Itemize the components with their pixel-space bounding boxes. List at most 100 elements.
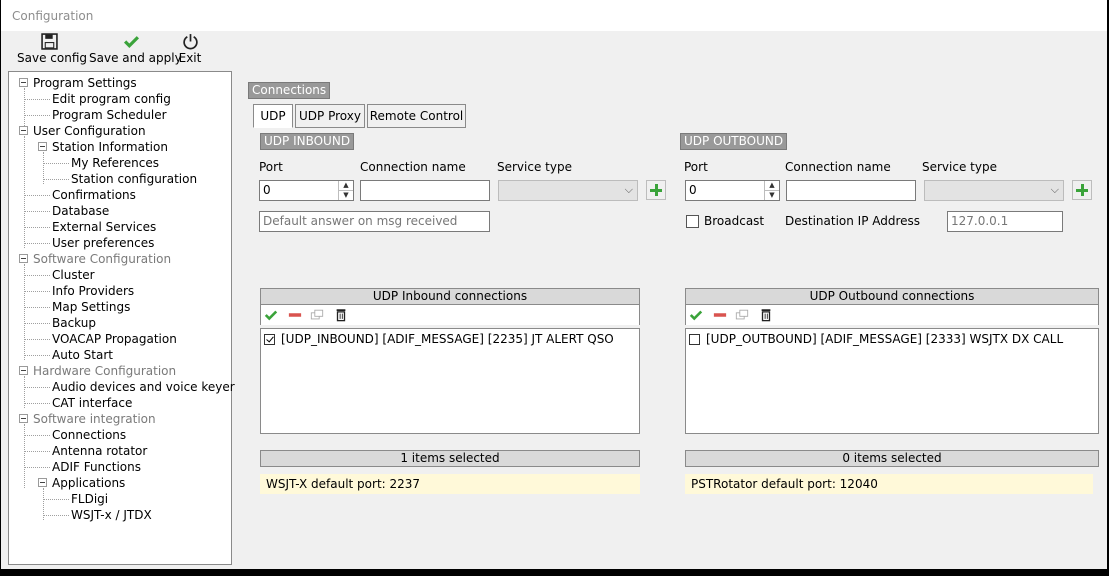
spin-down-icon[interactable]: ▼ xyxy=(765,191,779,200)
spin-up-icon[interactable]: ▲ xyxy=(339,181,353,191)
tree-item-map-settings[interactable]: Map Settings xyxy=(52,299,130,315)
tree-item-user-preferences[interactable]: User preferences xyxy=(52,235,154,251)
inbound-item-text: [UDP_INBOUND] [ADIF_MESSAGE] [2235] JT A… xyxy=(281,332,614,346)
check-all-icon[interactable] xyxy=(689,308,703,322)
tree-item-my-references[interactable]: My References xyxy=(71,155,159,171)
duplicate-icon[interactable] xyxy=(735,308,749,322)
tree-item-wsjtx-jtdx[interactable]: WSJT-x / JTDX xyxy=(71,507,152,523)
outbound-service-type-select[interactable]: ⌵ xyxy=(924,180,1064,201)
tree-item-audio-devices[interactable]: Audio devices and voice keyer xyxy=(52,379,235,395)
tab-udp-proxy[interactable]: UDP Proxy xyxy=(295,104,365,128)
expander-applications[interactable] xyxy=(38,478,47,487)
title-bar: Configuration xyxy=(1,0,1107,31)
exit-button[interactable]: Exit xyxy=(177,33,203,67)
inbound-add-button[interactable] xyxy=(646,180,666,200)
save-config-button[interactable]: Save config xyxy=(17,33,87,67)
tree-item-voacap-propagation[interactable]: VOACAP Propagation xyxy=(52,331,177,347)
tree-item-user-configuration[interactable]: User Configuration xyxy=(33,123,146,139)
expander-program-settings[interactable] xyxy=(19,78,28,87)
outbound-item-checkbox[interactable] xyxy=(689,334,700,345)
broadcast-label: Broadcast xyxy=(704,214,765,228)
outbound-list-header: UDP Outbound connections xyxy=(685,288,1099,305)
tree-item-software-configuration[interactable]: Software Configuration xyxy=(33,251,171,267)
configuration-window: Configuration Save config Save and apply… xyxy=(1,0,1107,569)
outbound-selection-status: 0 items selected xyxy=(685,450,1099,467)
tree-item-connections[interactable]: Connections xyxy=(52,427,126,443)
checkmark-icon xyxy=(123,36,139,49)
tree-item-software-integration[interactable]: Software integration xyxy=(33,411,156,427)
save-and-apply-button[interactable]: Save and apply xyxy=(89,33,182,67)
tree-item-adif-functions[interactable]: ADIF Functions xyxy=(52,459,141,475)
tree-item-fldigi[interactable]: FLDigi xyxy=(71,491,108,507)
inbound-port-input[interactable]: 0 ▲ ▼ xyxy=(259,180,354,201)
chevron-down-icon: ⌵ xyxy=(624,183,633,196)
tree-item-cat-interface[interactable]: CAT interface xyxy=(52,395,132,411)
tree-item-applications[interactable]: Applications xyxy=(52,475,125,491)
destination-ip-input[interactable]: 127.0.0.1 xyxy=(947,211,1063,232)
expander-user-configuration[interactable] xyxy=(19,126,28,135)
inbound-port-spinner[interactable]: ▲ ▼ xyxy=(338,181,353,200)
tree-item-info-providers[interactable]: Info Providers xyxy=(52,283,134,299)
tab-udp[interactable]: UDP xyxy=(253,104,293,128)
trash-icon[interactable] xyxy=(759,307,773,322)
expander-software-configuration[interactable] xyxy=(19,254,28,263)
connections-group-title: Connections xyxy=(248,82,331,99)
window-title: Configuration xyxy=(12,9,94,23)
exit-label: Exit xyxy=(178,51,202,65)
tree-item-hardware-configuration[interactable]: Hardware Configuration xyxy=(33,363,176,379)
outbound-default-port-hint: PSTRotator default port: 12040 xyxy=(685,474,1093,494)
inbound-connection-name-label: Connection name xyxy=(360,160,466,174)
destination-ip-label: Destination IP Address xyxy=(785,214,921,228)
outbound-connections-list: [UDP_OUTBOUND] [ADIF_MESSAGE] [2333] WSJ… xyxy=(685,328,1099,434)
tree-item-edit-program-config[interactable]: Edit program config xyxy=(52,91,171,107)
inbound-list-header: UDP Inbound connections xyxy=(260,288,640,305)
tree-item-confirmations[interactable]: Confirmations xyxy=(52,187,136,203)
toolbar: Save config Save and apply Exit xyxy=(1,31,1107,69)
inbound-service-type-select[interactable]: ⌵ xyxy=(498,180,638,201)
inbound-item-checkbox[interactable] xyxy=(264,334,275,345)
tree-item-program-settings[interactable]: Program Settings xyxy=(33,75,137,91)
outbound-add-button[interactable] xyxy=(1072,180,1092,200)
outbound-connection-name-input[interactable] xyxy=(786,180,916,201)
tab-remote-control[interactable]: Remote Control xyxy=(367,104,466,128)
outbound-port-label: Port xyxy=(684,160,708,174)
expander-hardware-configuration[interactable] xyxy=(19,366,28,375)
settings-tree: Program Settings Edit program config Pro… xyxy=(8,71,235,565)
save-config-label: Save config xyxy=(17,51,87,65)
spin-down-icon[interactable]: ▼ xyxy=(339,191,353,200)
tree-item-database[interactable]: Database xyxy=(52,203,109,219)
outbound-port-spinner[interactable]: ▲ ▼ xyxy=(764,181,779,200)
expander-software-integration[interactable] xyxy=(19,414,28,423)
tree-item-station-information[interactable]: Station Information xyxy=(52,139,168,155)
inbound-connection-name-input[interactable] xyxy=(360,180,490,201)
expander-station-information[interactable] xyxy=(38,142,47,151)
outbound-service-type-label: Service type xyxy=(922,160,997,174)
tree-item-external-services[interactable]: External Services xyxy=(52,219,156,235)
check-all-icon[interactable] xyxy=(264,308,278,322)
remove-icon[interactable] xyxy=(712,308,728,322)
outbound-port-input[interactable]: 0 ▲ ▼ xyxy=(685,180,780,201)
udp-outbound-title: UDP OUTBOUND xyxy=(680,133,788,150)
tree-item-backup[interactable]: Backup xyxy=(52,315,96,331)
tree-item-program-scheduler[interactable]: Program Scheduler xyxy=(52,107,167,123)
broadcast-checkbox[interactable] xyxy=(686,215,699,228)
outbound-item-text: [UDP_OUTBOUND] [ADIF_MESSAGE] [2333] WSJ… xyxy=(706,332,1064,346)
tree-item-station-configuration[interactable]: Station configuration xyxy=(71,171,197,187)
inbound-connections-list: [UDP_INBOUND] [ADIF_MESSAGE] [2235] JT A… xyxy=(260,328,640,434)
tree-item-antenna-rotator[interactable]: Antenna rotator xyxy=(52,443,147,459)
remove-icon[interactable] xyxy=(287,308,303,322)
trash-icon[interactable] xyxy=(334,307,348,322)
spin-up-icon[interactable]: ▲ xyxy=(765,181,779,191)
tree-item-cluster[interactable]: Cluster xyxy=(52,267,95,283)
inbound-list-toolbar xyxy=(260,305,640,325)
chevron-down-icon: ⌵ xyxy=(1050,183,1059,196)
inbound-service-type-label: Service type xyxy=(497,160,572,174)
inbound-selection-status: 1 items selected xyxy=(260,450,640,467)
inbound-port-label: Port xyxy=(259,160,283,174)
power-icon xyxy=(182,34,198,50)
duplicate-icon[interactable] xyxy=(310,308,324,322)
outbound-connection-name-label: Connection name xyxy=(785,160,891,174)
outbound-port-value: 0 xyxy=(689,183,697,197)
tree-item-auto-start[interactable]: Auto Start xyxy=(52,347,113,363)
default-answer-input[interactable]: Default answer on msg received xyxy=(259,211,490,232)
